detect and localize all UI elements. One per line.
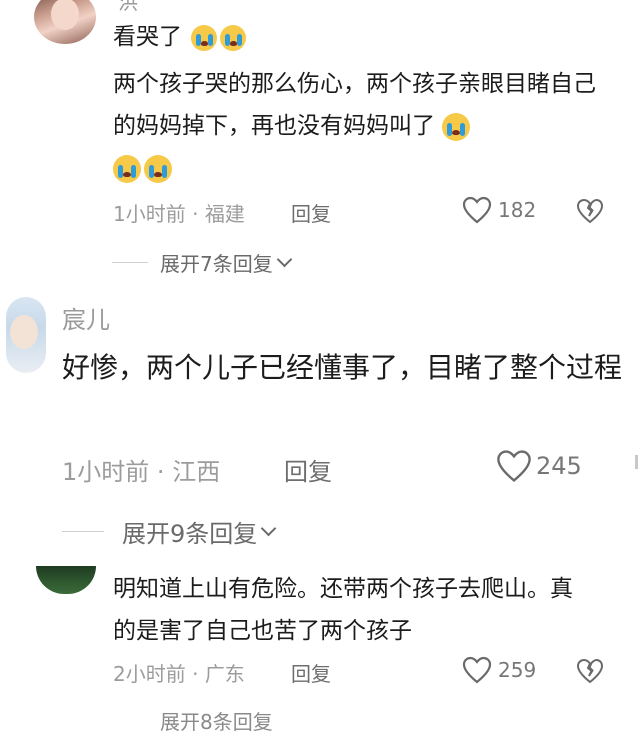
- crying-face-emoji-icon: [442, 112, 471, 141]
- timestamp: 1小时前: [62, 458, 150, 486]
- separator-dot: ·: [156, 458, 165, 486]
- divider-line: [62, 531, 104, 532]
- divider-line: [112, 262, 148, 263]
- comment-body: 两个孩子哭的那么伤心，两个孩子亲眼目睹自己的妈妈掉下，再也没有妈妈叫了: [113, 71, 596, 139]
- chevron-down-icon: [276, 251, 293, 268]
- location: 广东: [204, 662, 245, 686]
- heart-icon: [462, 196, 492, 224]
- crying-face-emoji-icon: [191, 24, 218, 51]
- heart-icon: [497, 450, 531, 482]
- timestamp: 2小时前: [113, 662, 186, 686]
- timestamp: 1小时前: [113, 202, 186, 226]
- dislike-button-edge[interactable]: [635, 455, 638, 469]
- like-count: 245: [536, 452, 582, 480]
- comment-meta: 1小时前 · 江西: [62, 452, 220, 487]
- reply-button[interactable]: 回复: [291, 658, 331, 687]
- broken-heart-icon: [576, 198, 604, 224]
- separator-dot: ·: [192, 662, 199, 686]
- comment-body: 明知道上山有危险。还带两个孩子去爬山。真的是害了自己也苦了两个孩子: [113, 576, 573, 644]
- like-button[interactable]: 245: [496, 449, 582, 483]
- dislike-button[interactable]: [576, 658, 604, 688]
- chevron-down-icon: [261, 520, 277, 537]
- expand-replies-label: 展开9条回复: [122, 520, 258, 548]
- expand-replies-label: 展开7条回复: [160, 252, 273, 276]
- dislike-button[interactable]: [576, 198, 604, 228]
- like-count: 259: [498, 658, 537, 682]
- expand-replies-button[interactable]: 展开7条回复: [112, 248, 293, 277]
- avatar-face: [10, 315, 38, 349]
- avatar-face: [51, 0, 79, 30]
- avatar[interactable]: [34, 0, 96, 44]
- comment-text-line: 看哭了: [113, 24, 182, 50]
- username[interactable]: 宸儿: [62, 300, 110, 335]
- comment-text: 看哭了: [113, 22, 247, 52]
- reply-button[interactable]: 回复: [291, 198, 331, 227]
- reply-button[interactable]: 回复: [284, 452, 332, 487]
- comment-meta: 2小时前 · 广东: [113, 658, 245, 687]
- avatar[interactable]: [36, 566, 96, 594]
- location: 福建: [204, 202, 245, 226]
- comment-body: 好惨，两个儿子已经懂事了，目睹了整个过程: [62, 351, 623, 384]
- expand-replies-button[interactable]: 展开9条回复: [62, 514, 277, 549]
- heart-icon: [462, 656, 492, 684]
- expand-replies-button[interactable]: 展开8条回复: [160, 706, 273, 735]
- comment-text: 两个孩子哭的那么伤心，两个孩子亲眼目睹自己的妈妈掉下，再也没有妈妈叫了: [113, 63, 613, 189]
- crying-face-emoji-icon: [144, 154, 172, 183]
- like-button[interactable]: 182: [462, 196, 536, 224]
- like-count: 182: [498, 198, 537, 222]
- crying-face-emoji-icon: [113, 154, 141, 183]
- like-button[interactable]: 259: [462, 656, 536, 684]
- comment-meta: 1小时前 · 福建: [113, 198, 245, 227]
- location: 江西: [172, 458, 221, 486]
- username[interactable]: 洪: [118, 0, 138, 15]
- avatar[interactable]: [6, 297, 46, 373]
- crying-face-emoji-icon: [220, 24, 247, 51]
- broken-heart-icon: [576, 658, 604, 684]
- separator-dot: ·: [192, 202, 199, 226]
